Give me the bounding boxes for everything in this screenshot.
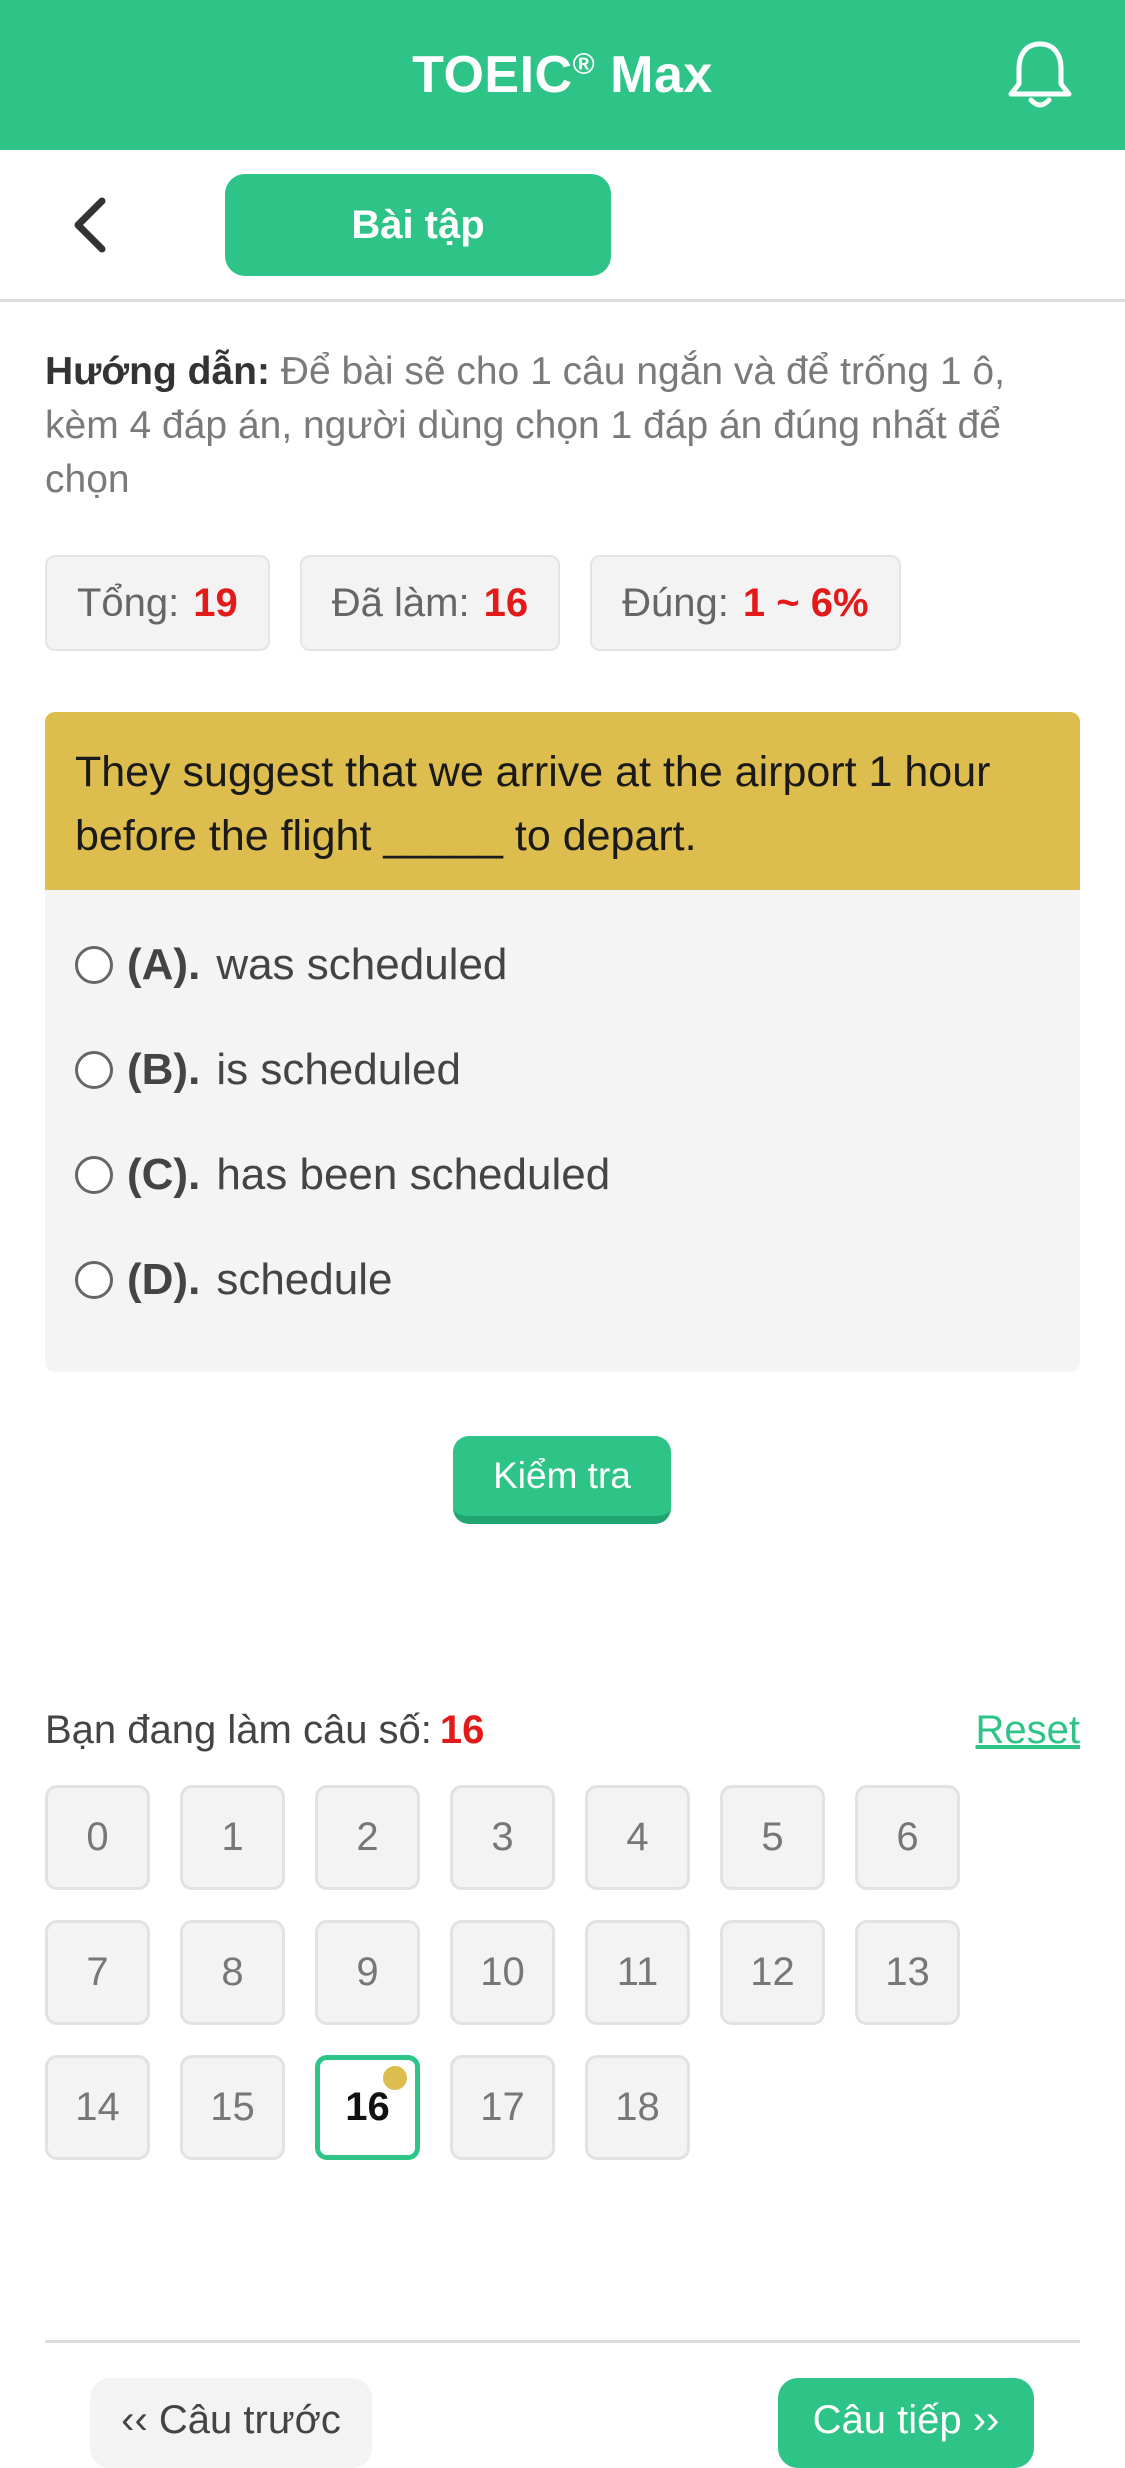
stat-total: Tổng: 19 — [45, 555, 270, 651]
question-text: They suggest that we arrive at the airpo… — [45, 712, 1080, 890]
option-a[interactable]: (A). was scheduled — [45, 912, 1080, 1017]
question-number-button[interactable]: 18 — [585, 2055, 690, 2160]
question-number-button[interactable]: 0 — [45, 1785, 150, 1890]
sub-navigation: Bài tập — [0, 150, 1125, 302]
question-number-button[interactable]: 17 — [450, 2055, 555, 2160]
stat-total-value: 19 — [193, 580, 238, 625]
question-number-button[interactable]: 4 — [585, 1785, 690, 1890]
divider — [45, 2340, 1080, 2343]
question-number-button[interactable]: 13 — [855, 1920, 960, 2025]
stats-row: Tổng: 19 Đã làm: 16 Đúng: 1 ~ 6% — [45, 555, 901, 651]
current-indicator-dot — [383, 2066, 407, 2090]
question-number-button[interactable]: 1 — [180, 1785, 285, 1890]
previous-question-button[interactable]: ‹‹ Câu trước — [90, 2378, 372, 2468]
radio-icon[interactable] — [75, 1155, 113, 1194]
stat-done: Đã làm: 16 — [299, 555, 561, 651]
radio-icon[interactable] — [75, 945, 113, 984]
option-b[interactable]: (B). is scheduled — [45, 1017, 1080, 1122]
question-number-button[interactable]: 5 — [720, 1785, 825, 1890]
next-question-button[interactable]: Câu tiếp ›› — [778, 2378, 1034, 2468]
question-number-button[interactable]: 12 — [720, 1920, 825, 2025]
option-c[interactable]: (C). has been scheduled — [45, 1122, 1080, 1227]
progress-row: Bạn đang làm câu số: 16 Reset — [45, 1700, 1080, 1760]
chevron-left-icon — [74, 197, 106, 253]
question-number-button[interactable]: 10 — [450, 1920, 555, 2025]
reset-link[interactable]: Reset — [976, 1708, 1081, 1753]
app-title: TOEIC® Max — [412, 46, 713, 104]
app-header: TOEIC® Max — [0, 0, 1125, 150]
stat-correct: Đúng: 1 ~ 6% — [590, 555, 901, 651]
check-button[interactable]: Kiểm tra — [453, 1436, 671, 1524]
question-number-button-current[interactable]: 16 — [315, 2055, 420, 2160]
answer-options: (A). was scheduled (B). is scheduled (C)… — [45, 890, 1080, 1332]
stat-done-value: 16 — [483, 580, 529, 625]
current-question-label: Bạn đang làm câu số: 16 — [45, 1707, 485, 1752]
question-number-button[interactable]: 15 — [180, 2055, 285, 2160]
question-number-button[interactable]: 8 — [180, 1920, 285, 2025]
instructions-label: Hướng dẫn: — [45, 350, 270, 393]
current-question-number: 16 — [439, 1707, 485, 1752]
question-grid: 0 1 2 3 4 5 6 7 8 9 10 11 12 13 14 15 16… — [45, 1785, 1005, 2160]
question-number-button[interactable]: 11 — [585, 1920, 690, 2025]
question-card: They suggest that we arrive at the airpo… — [45, 712, 1080, 1372]
question-number-button[interactable]: 6 — [855, 1785, 960, 1890]
radio-icon[interactable] — [75, 1260, 113, 1299]
question-number-button[interactable]: 7 — [45, 1920, 150, 2025]
radio-icon[interactable] — [75, 1050, 113, 1089]
back-button[interactable] — [60, 190, 120, 260]
tab-exercise[interactable]: Bài tập — [225, 174, 611, 276]
option-d[interactable]: (D). schedule — [45, 1227, 1080, 1332]
instructions: Hướng dẫn: Để bài sẽ cho 1 câu ngắn và đ… — [45, 345, 1085, 507]
question-number-button[interactable]: 2 — [315, 1785, 420, 1890]
question-number-button[interactable]: 14 — [45, 2055, 150, 2160]
stat-correct-value: 1 ~ 6% — [742, 580, 869, 625]
notification-bell-icon[interactable] — [1005, 38, 1075, 112]
question-number-button[interactable]: 3 — [450, 1785, 555, 1890]
question-number-button[interactable]: 9 — [315, 1920, 420, 2025]
